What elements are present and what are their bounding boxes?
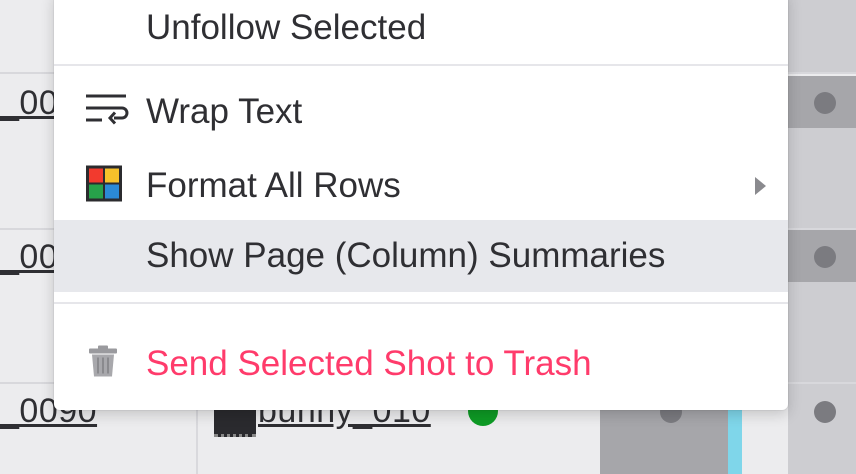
menu-item-show-page-summaries[interactable]: Show Page (Column) Summaries <box>54 220 788 292</box>
status-cell <box>788 128 856 228</box>
status-cell[interactable] <box>788 384 856 474</box>
status-dot-icon[interactable] <box>814 401 836 423</box>
menu-separator <box>54 302 788 304</box>
menu-item-wrap-text[interactable]: Wrap Text <box>54 76 788 148</box>
menu-item-unfollow-selected[interactable]: Unfollow Selected <box>54 0 788 64</box>
status-dot-icon[interactable] <box>814 246 836 268</box>
menu-item-format-all-rows[interactable]: Format All Rows <box>54 150 788 222</box>
wrap-text-icon <box>86 93 130 132</box>
color-grid-icon <box>86 165 122 207</box>
menu-separator <box>54 64 788 66</box>
menu-item-label: Show Page (Column) Summaries <box>146 236 666 275</box>
menu-item-label: Format All Rows <box>146 166 401 205</box>
trash-icon <box>86 345 120 384</box>
thumbnail-icon <box>214 410 256 437</box>
status-cell <box>788 282 856 382</box>
status-dot-icon[interactable] <box>814 92 836 114</box>
menu-item-label: Unfollow Selected <box>146 8 427 47</box>
shot-name-link[interactable]: _00 <box>0 238 58 277</box>
menu-item-label: Send Selected Shot to Trash <box>146 344 592 383</box>
submenu-arrow-icon <box>755 177 766 195</box>
shot-name-link[interactable]: _00 <box>0 84 58 123</box>
menu-item-label: Wrap Text <box>146 92 303 131</box>
status-cell <box>788 0 856 72</box>
context-menu: Unfollow Selected Wrap Text Format All R… <box>54 0 788 410</box>
menu-item-send-to-trash[interactable]: Send Selected Shot to Trash <box>54 328 788 400</box>
